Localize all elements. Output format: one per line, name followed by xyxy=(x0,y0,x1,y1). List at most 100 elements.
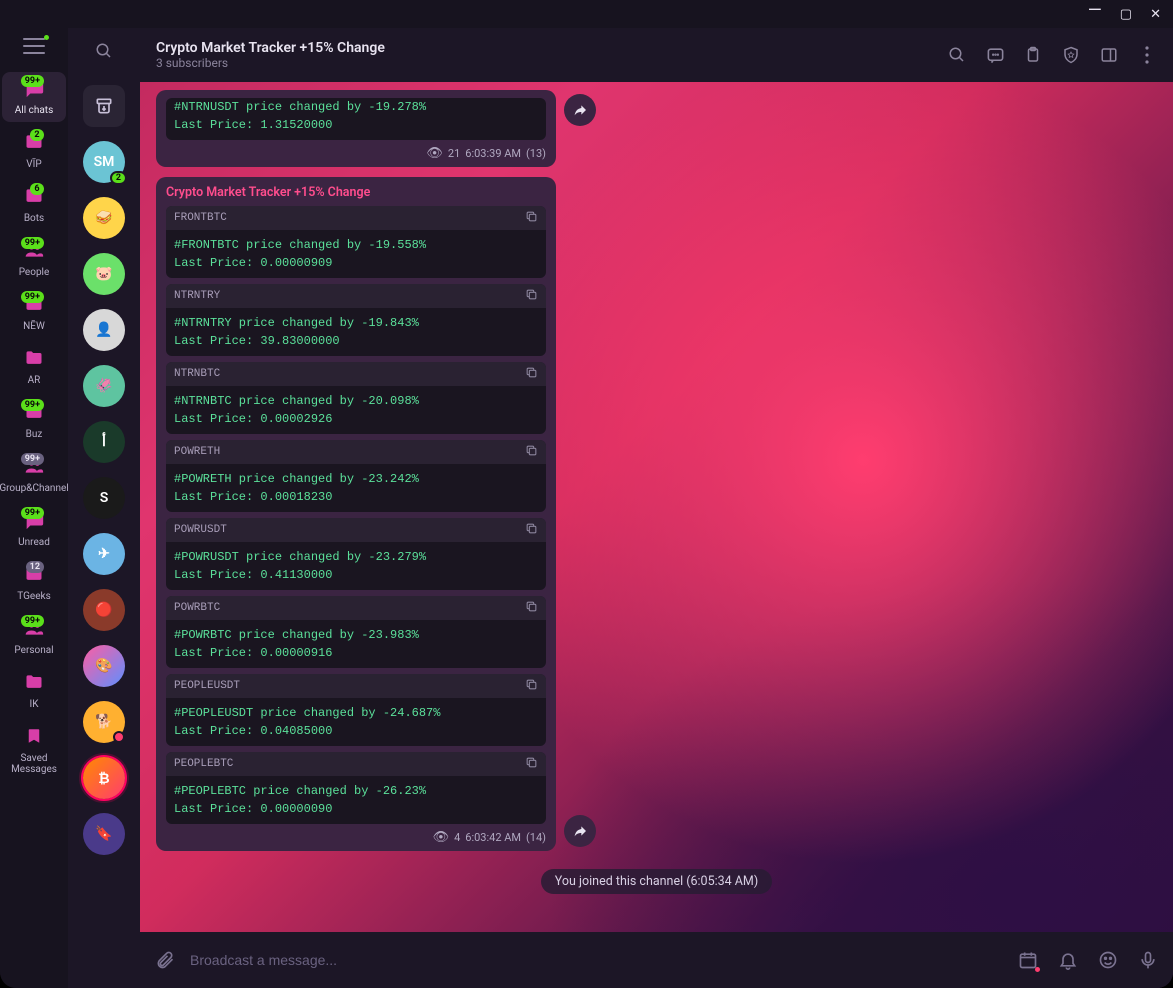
folder-item[interactable]: 2 VĪP xyxy=(2,126,66,176)
shield-icon[interactable] xyxy=(1061,45,1081,65)
copy-icon[interactable] xyxy=(525,210,538,226)
folder-label: Saved Messages xyxy=(2,753,66,775)
header-search-icon[interactable] xyxy=(947,45,967,65)
more-icon[interactable] xyxy=(1137,45,1157,65)
attach-icon[interactable] xyxy=(154,949,176,971)
badge: 99+ xyxy=(21,399,44,411)
message-meta: 👁 4 6:03:42 AM (14) xyxy=(166,830,546,845)
chat-avatar[interactable]: أ xyxy=(83,421,125,463)
folder-item[interactable]: 6 Bots xyxy=(2,180,66,230)
badge: 99+ xyxy=(21,615,44,627)
badge: 99+ xyxy=(21,291,44,303)
archive-button[interactable] xyxy=(83,85,125,127)
menu-button[interactable] xyxy=(23,38,45,54)
views-icon: 👁 xyxy=(433,830,450,845)
code-title: PEOPLEBTC xyxy=(174,758,233,770)
folder-item[interactable]: 99+ People xyxy=(2,234,66,284)
code-line: Last Price: 0.00000916 xyxy=(174,644,538,662)
window-minimize-button[interactable]: — xyxy=(1088,0,1102,21)
folder-item[interactable]: 99+ NĒW xyxy=(2,288,66,338)
code-line: Last Price: 0.00000909 xyxy=(174,254,538,272)
chat-avatar[interactable]: ✈ xyxy=(83,533,125,575)
code-block: PEOPLEUSDT #PEOPLEUSDT price changed by … xyxy=(166,674,546,746)
message: #NTRNUSDT price changed by -19.278% Last… xyxy=(156,90,556,167)
code-block: NTRNBTC #NTRNBTC price changed by -20.09… xyxy=(166,362,546,434)
chat-avatar[interactable]: 🐕 xyxy=(83,701,125,743)
code-line: Last Price: 0.00018230 xyxy=(174,488,538,506)
chat-header-info[interactable]: Crypto Market Tracker +15% Change 3 subs… xyxy=(156,40,935,70)
folder-label: TGeeks xyxy=(17,591,50,602)
copy-icon[interactable] xyxy=(525,678,538,694)
code-block: NTRNTRY #NTRNTRY price changed by -19.84… xyxy=(166,284,546,356)
chat-avatar[interactable]: 👤 xyxy=(83,309,125,351)
voice-icon[interactable] xyxy=(1137,949,1159,971)
copy-icon[interactable] xyxy=(525,444,538,460)
folder-label: IK xyxy=(30,699,39,710)
code-title: NTRNTRY xyxy=(174,290,220,302)
code-block: #NTRNUSDT price changed by -19.278% Last… xyxy=(166,98,546,140)
copy-icon[interactable] xyxy=(525,756,538,772)
chat-avatar[interactable]: 🎨 xyxy=(83,645,125,687)
message-count: (13) xyxy=(526,147,546,160)
code-title: POWRETH xyxy=(174,446,220,458)
folder-item[interactable]: AR xyxy=(2,342,66,392)
code-title: POWRBTC xyxy=(174,602,220,614)
folder-item[interactable]: 12 TGeeks xyxy=(2,558,66,608)
folder-item[interactable]: 99+ Personal xyxy=(2,612,66,662)
views-count: 4 xyxy=(454,831,460,844)
copy-icon[interactable] xyxy=(525,522,538,538)
code-line: #POWRETH price changed by -23.242% xyxy=(174,470,538,488)
message: Crypto Market Tracker +15% Change FRONTB… xyxy=(156,177,556,851)
schedule-icon[interactable] xyxy=(1017,949,1039,971)
badge: 99+ xyxy=(21,507,44,519)
sidebar-toggle-icon[interactable] xyxy=(1099,45,1119,65)
window-close-button[interactable]: ✕ xyxy=(1150,7,1161,22)
forward-button[interactable] xyxy=(564,815,596,847)
message-sender[interactable]: Crypto Market Tracker +15% Change xyxy=(166,185,546,200)
folder-item[interactable]: 99+ All chats xyxy=(2,72,66,122)
copy-icon[interactable] xyxy=(525,366,538,382)
chat-avatar[interactable]: SM2 xyxy=(83,141,125,183)
chat-title: Crypto Market Tracker +15% Change xyxy=(156,40,935,56)
messages-area[interactable]: #NTRNUSDT price changed by -19.278% Last… xyxy=(140,82,1173,932)
folder-item[interactable]: Saved Messages xyxy=(2,720,66,781)
folder-label: AR xyxy=(28,375,41,386)
chat-avatar[interactable]: 🔖 xyxy=(83,813,125,855)
copy-icon[interactable] xyxy=(525,600,538,616)
folder-icon xyxy=(23,348,45,373)
copy-icon[interactable] xyxy=(525,288,538,304)
forward-button[interactable] xyxy=(564,94,596,126)
code-block: POWRUSDT #POWRUSDT price changed by -23.… xyxy=(166,518,546,590)
folder-label: Unread xyxy=(18,537,50,548)
chat-avatar[interactable]: 🔴 xyxy=(83,589,125,631)
message-count: (14) xyxy=(526,831,546,844)
badge: 6 xyxy=(30,183,44,195)
code-block: POWRBTC #POWRBTC price changed by -23.98… xyxy=(166,596,546,668)
chat-avatar[interactable]: S xyxy=(83,477,125,519)
message-input[interactable] xyxy=(190,952,1003,968)
emoji-icon[interactable] xyxy=(1097,949,1119,971)
chat-avatar[interactable]: 🐷 xyxy=(83,253,125,295)
badge: 99+ xyxy=(21,237,44,249)
folder-item[interactable]: IK xyxy=(2,666,66,716)
chat-avatar[interactable]: ₿ xyxy=(83,757,125,799)
chat-avatar[interactable]: 🦑 xyxy=(83,365,125,407)
chat-avatar[interactable]: 🥪 xyxy=(83,197,125,239)
folder-item[interactable]: 99+ Unread xyxy=(2,504,66,554)
chat-list: SM2 🥪 🐷 👤 🦑 أS ✈ 🔴 🎨 🐕 ₿ 🔖 xyxy=(68,28,140,988)
code-line: #POWRBTC price changed by -23.983% xyxy=(174,626,538,644)
folder-item[interactable]: 99+ Group&Channel xyxy=(2,450,66,500)
folder-label: Personal xyxy=(14,645,53,656)
code-title: POWRUSDT xyxy=(174,524,227,536)
folder-item[interactable]: 99+ Buz xyxy=(2,396,66,446)
notification-icon[interactable] xyxy=(1057,949,1079,971)
code-line: Last Price: 0.00000090 xyxy=(174,800,538,818)
window-maximize-button[interactable]: ▢ xyxy=(1120,7,1132,22)
search-icon[interactable] xyxy=(95,42,113,65)
chat-header: Crypto Market Tracker +15% Change 3 subs… xyxy=(140,28,1173,82)
code-line: #PEOPLEUSDT price changed by -24.687% xyxy=(174,704,538,722)
clipboard-icon[interactable] xyxy=(1023,45,1043,65)
comments-icon[interactable] xyxy=(985,45,1005,65)
code-title: NTRNBTC xyxy=(174,368,220,380)
views-count: 21 xyxy=(448,147,460,160)
